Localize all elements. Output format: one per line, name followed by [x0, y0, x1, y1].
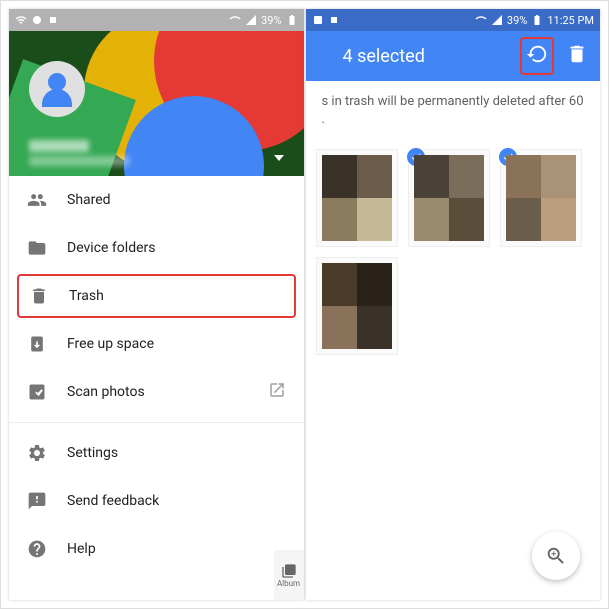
- restore-icon: [526, 43, 548, 65]
- wifi-icon: [15, 14, 27, 26]
- wifi-signal-icon: [229, 14, 241, 26]
- shared-icon: [27, 190, 47, 210]
- delete-button[interactable]: [566, 43, 588, 69]
- account-dropdown-icon[interactable]: [274, 155, 284, 161]
- gear-icon: [27, 443, 47, 463]
- status-bar-right: 39% 11:25 PM: [306, 9, 601, 31]
- menu-label: Scan photos: [67, 384, 268, 400]
- menu-label: Send feedback: [67, 493, 286, 509]
- menu-send-feedback[interactable]: Send feedback: [9, 477, 304, 525]
- trash-icon: [29, 286, 49, 306]
- feedback-icon: [27, 491, 47, 511]
- cell-signal-icon: [245, 14, 257, 26]
- photo-thumb[interactable]: [408, 149, 490, 247]
- menu-label: Device folders: [67, 240, 286, 256]
- menu-free-up-space[interactable]: Free up space: [9, 320, 304, 368]
- battery-percentage: 39%: [261, 14, 281, 27]
- trash-grid: [306, 141, 601, 363]
- menu-trash[interactable]: Trash: [17, 274, 296, 318]
- notification-icon: [47, 14, 59, 26]
- bottom-nav-albums[interactable]: Album: [274, 550, 304, 600]
- image-icon: [312, 14, 324, 26]
- zoom-fab[interactable]: [532, 532, 580, 580]
- menu-help[interactable]: Help: [9, 525, 304, 573]
- status-time: 11:25 PM: [547, 14, 594, 27]
- scan-icon: [27, 382, 47, 402]
- battery-percentage: 39%: [507, 14, 527, 27]
- help-icon: [27, 539, 47, 559]
- battery-icon: [286, 14, 298, 26]
- trash-notice: s in trash will be permanently deleted a…: [306, 81, 601, 141]
- free-space-icon: [27, 334, 47, 354]
- folder-icon: [27, 238, 47, 258]
- sync-icon: [31, 14, 43, 26]
- cell-signal-icon: [491, 14, 503, 26]
- menu-label: Help: [67, 541, 286, 557]
- menu-label: Free up space: [67, 336, 286, 352]
- menu-scan-photos[interactable]: Scan photos: [9, 368, 304, 416]
- menu-label: Shared: [67, 192, 286, 208]
- restore-button[interactable]: [520, 37, 554, 75]
- menu-label: Trash: [69, 288, 284, 304]
- photo-thumb[interactable]: [500, 149, 582, 247]
- wifi-signal-icon: [475, 14, 487, 26]
- app-bar: 4 selected: [306, 31, 601, 81]
- photo-thumb[interactable]: [316, 149, 398, 247]
- open-external-icon: [268, 381, 286, 399]
- status-bar-left: 39%: [9, 9, 304, 31]
- delete-icon: [566, 43, 588, 65]
- menu-label: Settings: [67, 445, 286, 461]
- avatar[interactable]: [29, 61, 85, 117]
- bottom-nav-label: Album: [277, 579, 300, 588]
- menu-shared[interactable]: Shared: [9, 176, 304, 224]
- zoom-in-icon: [545, 545, 567, 567]
- phone-left: 39% Shared: [9, 9, 304, 600]
- drawer-header: [9, 31, 304, 176]
- menu-settings[interactable]: Settings: [9, 429, 304, 477]
- phone-right: 39% 11:25 PM 4 selected s in trash will …: [306, 9, 601, 600]
- battery-icon: [531, 14, 543, 26]
- albums-icon: [281, 563, 297, 579]
- menu-device-folders[interactable]: Device folders: [9, 224, 304, 272]
- photo-thumb[interactable]: [316, 257, 398, 355]
- notification-icon: [328, 14, 340, 26]
- user-info: [29, 140, 129, 166]
- divider: [9, 422, 304, 423]
- selection-title: 4 selected: [318, 46, 509, 67]
- drawer-menu: Shared Device folders Trash Free up spac…: [9, 176, 304, 573]
